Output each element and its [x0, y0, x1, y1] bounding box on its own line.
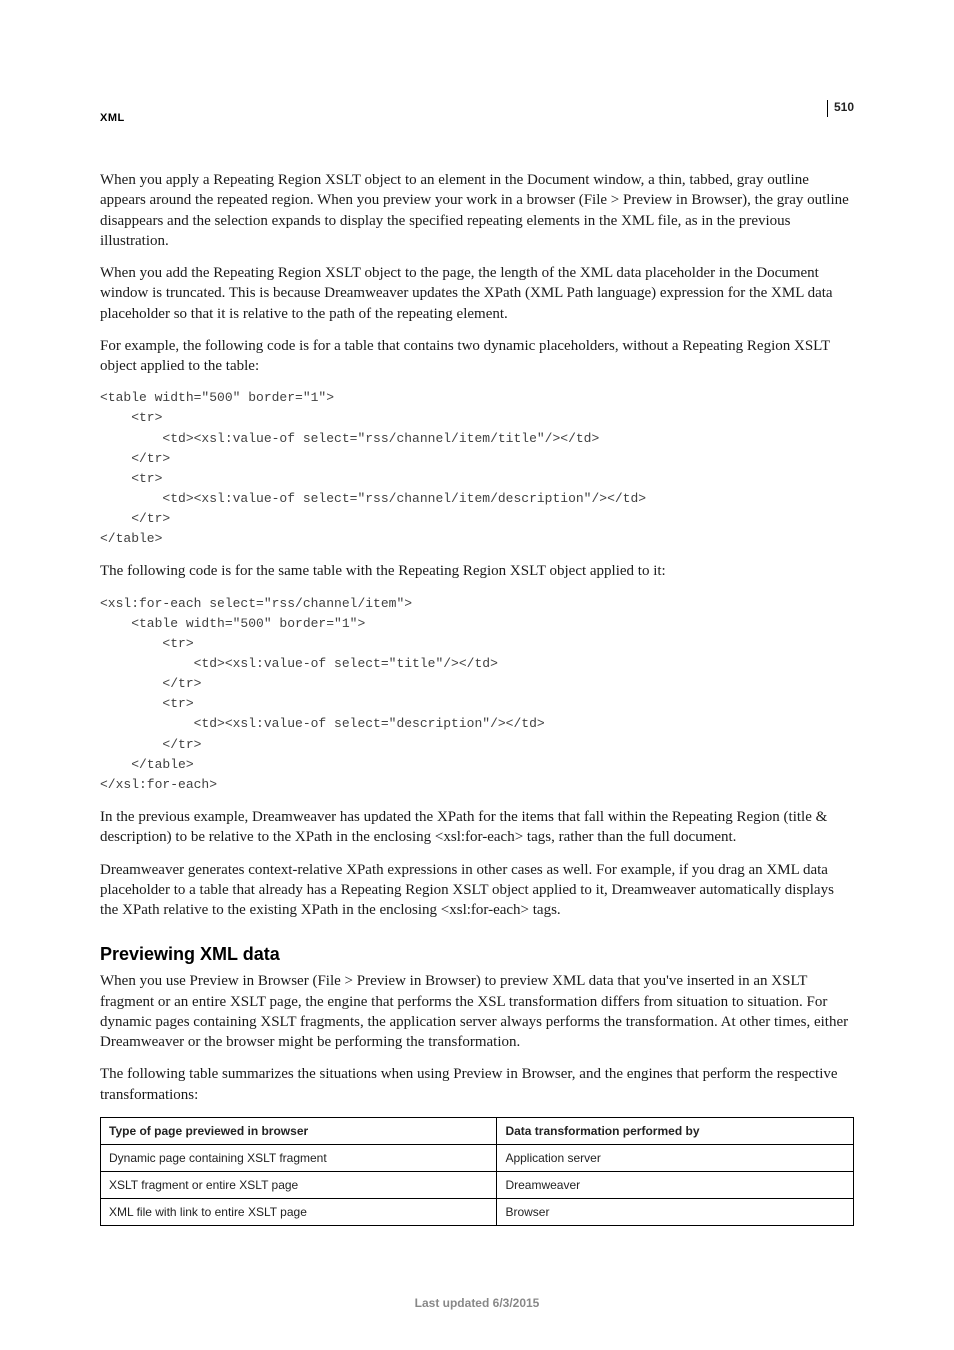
- main-content: When you apply a Repeating Region XSLT o…: [100, 170, 854, 1226]
- table-header-row: Type of page previewed in browser Data t…: [101, 1117, 854, 1144]
- section-heading: Previewing XML data: [100, 944, 854, 965]
- body-paragraph: When you apply a Repeating Region XSLT o…: [100, 170, 854, 251]
- table-header-cell: Data transformation performed by: [497, 1117, 854, 1144]
- table-row: XSLT fragment or entire XSLT page Dreamw…: [101, 1171, 854, 1198]
- body-paragraph: When you add the Repeating Region XSLT o…: [100, 263, 854, 324]
- body-paragraph: The following code is for the same table…: [100, 561, 854, 581]
- body-paragraph: When you use Preview in Browser (File > …: [100, 971, 854, 1052]
- body-paragraph: For example, the following code is for a…: [100, 336, 854, 377]
- table-row: Dynamic page containing XSLT fragment Ap…: [101, 1144, 854, 1171]
- table-row: XML file with link to entire XSLT page B…: [101, 1198, 854, 1225]
- table-cell: XSLT fragment or entire XSLT page: [101, 1171, 497, 1198]
- footer-last-updated: Last updated 6/3/2015: [0, 1296, 954, 1310]
- body-paragraph: In the previous example, Dreamweaver has…: [100, 807, 854, 848]
- table-cell: Browser: [497, 1198, 854, 1225]
- table-header-cell: Type of page previewed in browser: [101, 1117, 497, 1144]
- table-cell: Dynamic page containing XSLT fragment: [101, 1144, 497, 1171]
- code-block: <table width="500" border="1"> <tr> <td>…: [100, 388, 854, 549]
- transformation-table: Type of page previewed in browser Data t…: [100, 1117, 854, 1226]
- table-cell: XML file with link to entire XSLT page: [101, 1198, 497, 1225]
- body-paragraph: Dreamweaver generates context-relative X…: [100, 860, 854, 921]
- table-cell: Dreamweaver: [497, 1171, 854, 1198]
- code-block: <xsl:for-each select="rss/channel/item">…: [100, 594, 854, 795]
- section-label: XML: [100, 112, 125, 124]
- table-cell: Application server: [497, 1144, 854, 1171]
- body-paragraph: The following table summarizes the situa…: [100, 1064, 854, 1105]
- page-container: XML 510 When you apply a Repeating Regio…: [0, 0, 954, 1350]
- page-number: 510: [827, 100, 854, 117]
